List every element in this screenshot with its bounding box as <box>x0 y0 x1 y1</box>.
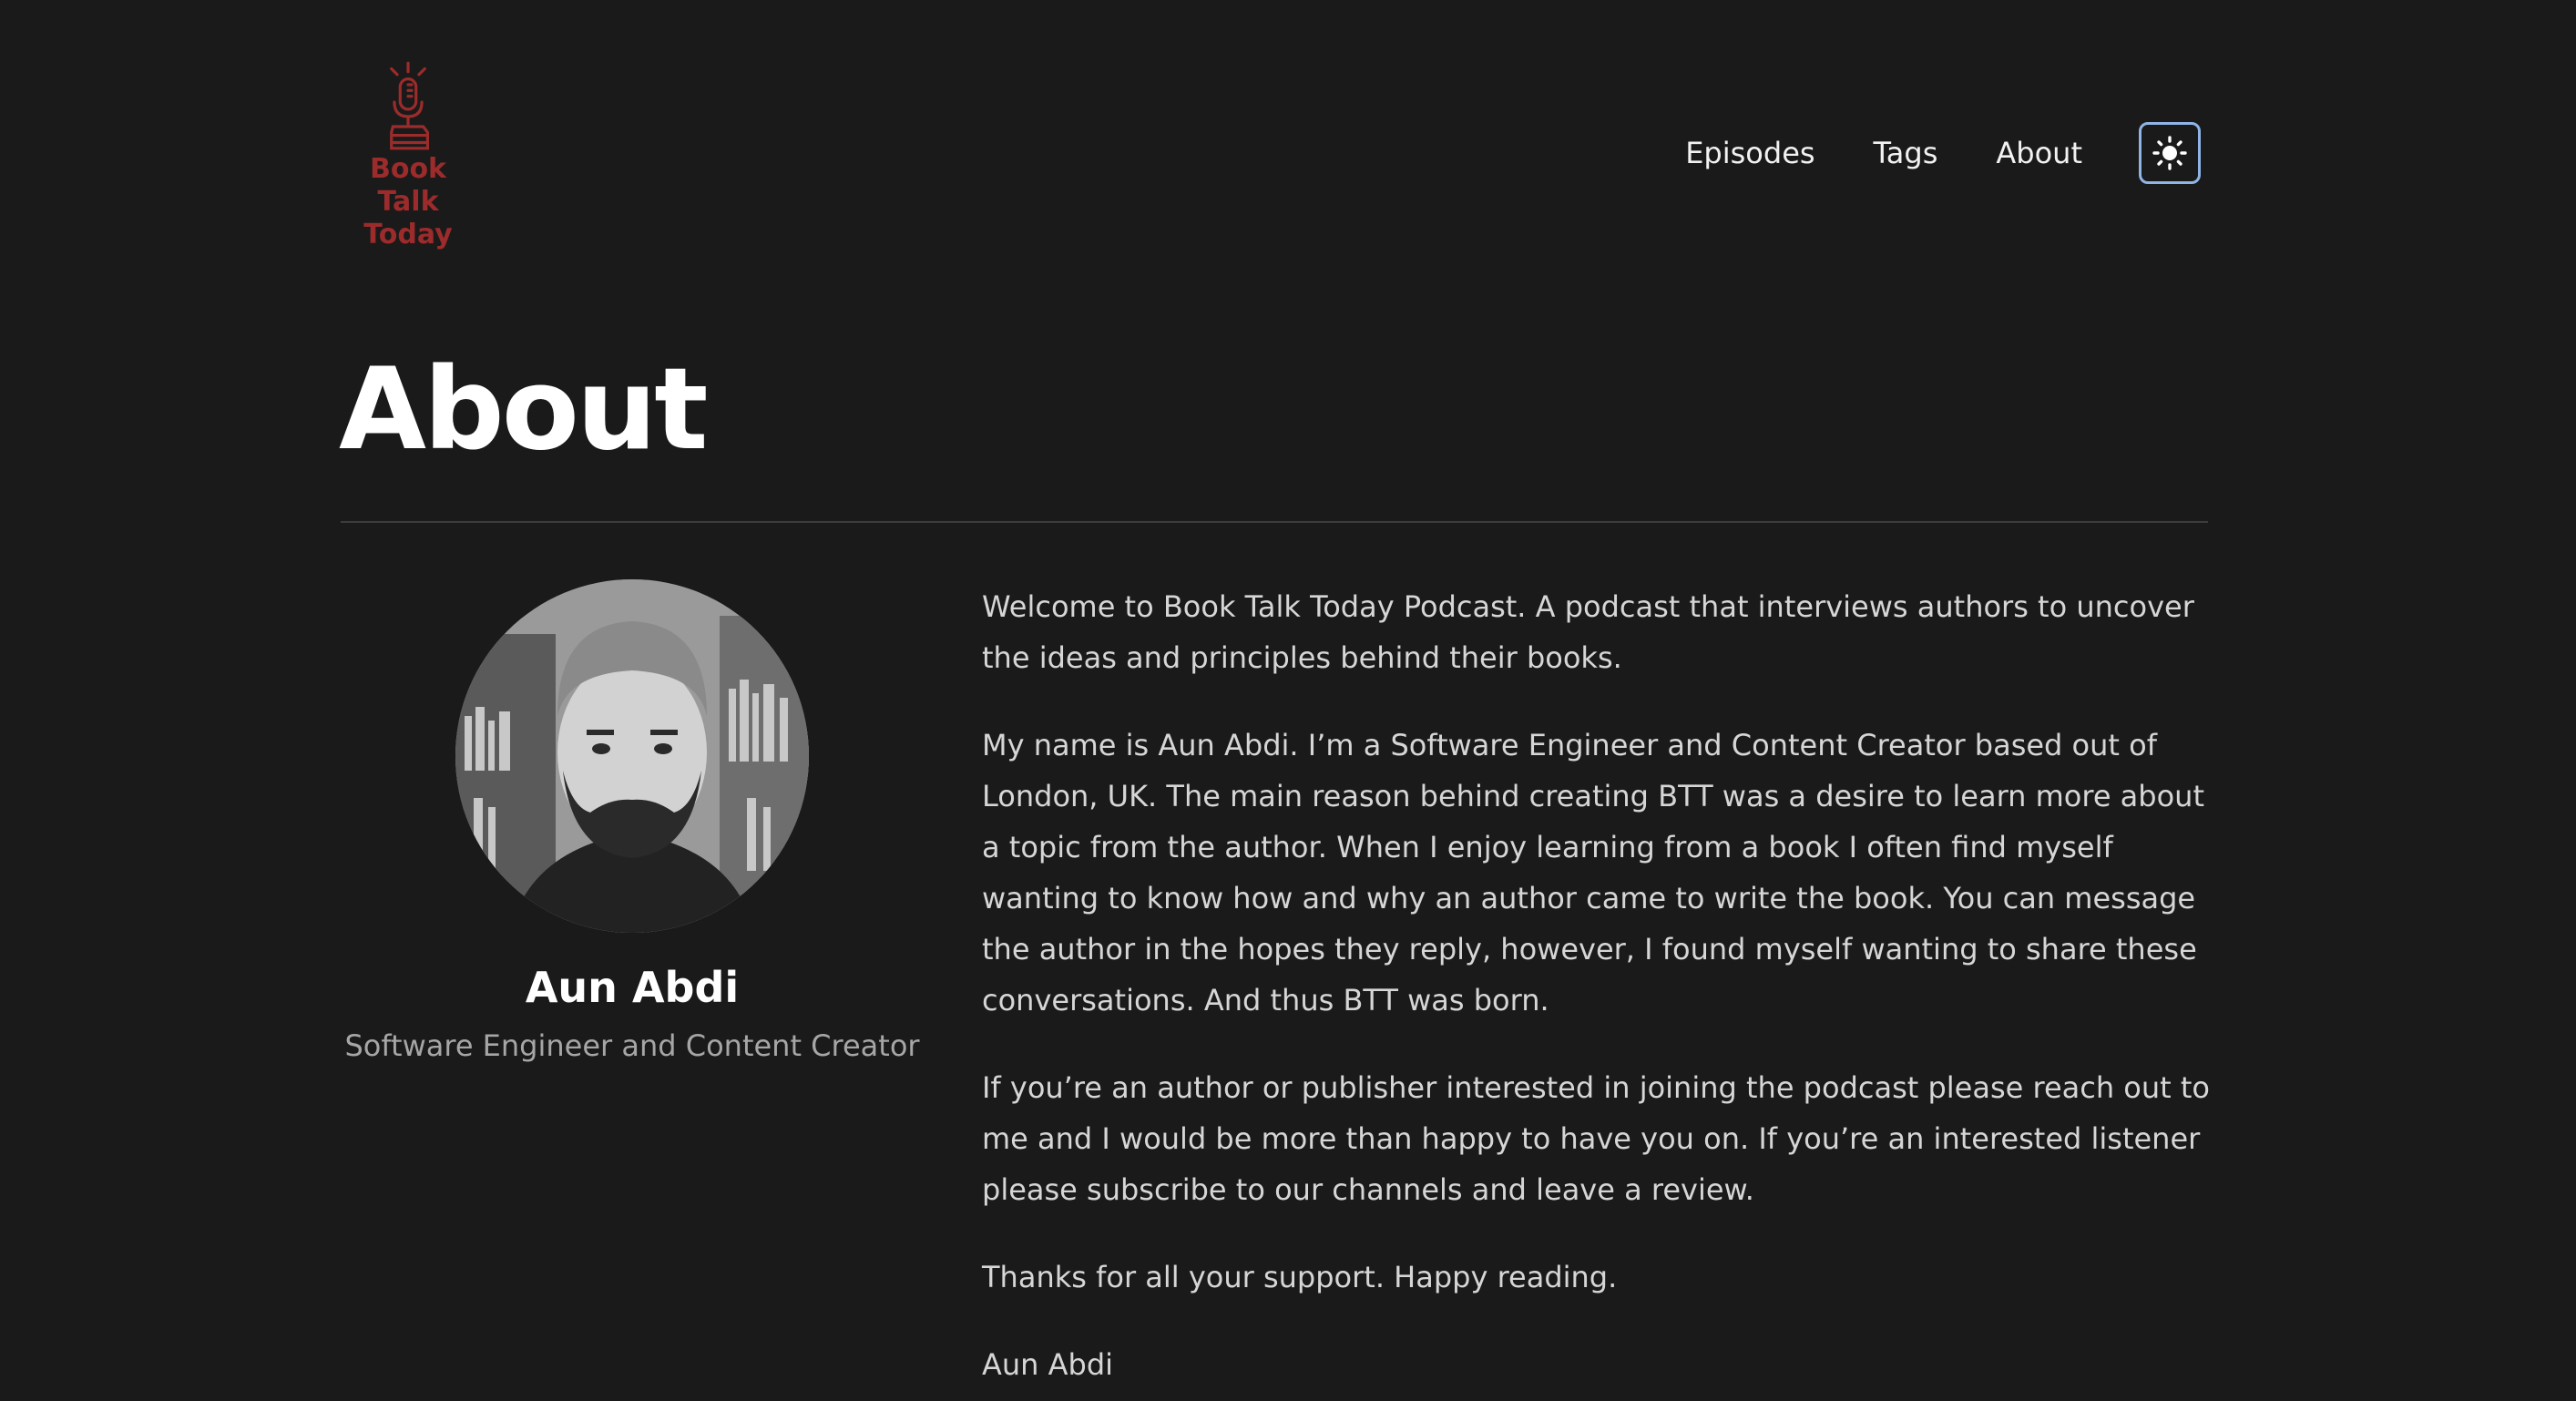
author-profile: Aun Abdi Software Engineer and Content C… <box>341 579 924 1066</box>
logo-text-line1: Book Talk <box>369 153 447 218</box>
bio-content: Welcome to Book Talk Today Podcast. A po… <box>982 581 2230 1401</box>
bio-paragraph: Thanks for all your support. Happy readi… <box>982 1260 1618 1294</box>
main-nav: Episodes Tags About <box>1685 122 2201 184</box>
logo-text-line2: Today <box>363 219 453 251</box>
sun-icon <box>2152 136 2187 170</box>
site-logo[interactable]: Book Talk Today <box>337 60 479 251</box>
theme-toggle-button[interactable] <box>2139 122 2201 184</box>
nav-link-about[interactable]: About <box>1996 122 2082 184</box>
bio-paragraph: My name is Aun Abdi. I’m a Software Engi… <box>982 728 2204 1018</box>
profile-name: Aun Abdi <box>525 963 740 1012</box>
nav-link-tags[interactable]: Tags <box>1874 122 1938 184</box>
profile-role: Software Engineer and Content Creator <box>344 1028 920 1063</box>
nav-link-episodes[interactable]: Episodes <box>1685 122 1814 184</box>
page-title: About <box>339 344 708 476</box>
avatar-photo <box>455 579 809 933</box>
about-page: Book Talk Today Episodes Tags About Abou… <box>0 0 2576 1401</box>
avatar <box>455 579 809 933</box>
microphone-books-icon <box>390 61 430 150</box>
bio-signature: Aun Abdi <box>982 1347 1114 1382</box>
bio-paragraph: If you’re an author or publisher interes… <box>982 1070 2210 1207</box>
bio-paragraph: Welcome to Book Talk Today Podcast. A po… <box>982 589 2194 675</box>
title-divider <box>341 521 2208 523</box>
